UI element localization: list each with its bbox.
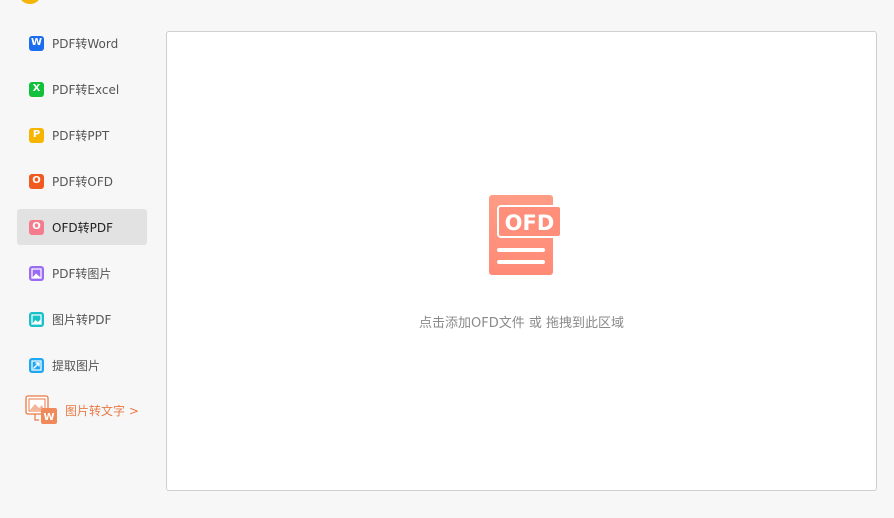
word-icon: W [29,35,44,51]
ofd-icon: O [29,173,44,189]
sidebar-item-extract-image[interactable]: 提取图片 [17,347,147,383]
pdf-to-image-icon [29,265,44,281]
sidebar-item-label: 提取图片 [52,358,101,373]
ppt-icon: P [29,127,44,143]
ofd-file-icon: OFD [489,195,565,279]
pdf-icon: O [29,219,44,235]
drop-hint-text: 点击添加OFD文件 或 拖拽到此区域 [419,316,624,331]
sidebar-item-pdf-to-ofd[interactable]: O PDF转OFD [17,163,147,199]
sidebar-item-label: PDF转图片 [52,266,112,281]
sidebar-item-pdf-to-word[interactable]: W PDF转Word [17,25,147,61]
sidebar-item-label: 图片转PDF [52,312,112,327]
extract-image-icon [29,357,44,373]
sidebar-item-image-to-pdf[interactable]: 图片转PDF [17,301,147,337]
image-to-text-promo[interactable]: W 图片转文字 > [17,393,147,427]
sidebar-item-label: OFD转PDF [52,220,113,235]
svg-text:W: W [43,412,54,423]
image-to-text-link: 图片转文字 > [65,403,139,418]
app-logo [20,0,40,4]
sidebar-item-pdf-to-excel[interactable]: X PDF转Excel [17,71,147,107]
sidebar-item-label: PDF转OFD [52,174,113,189]
sidebar-item-label: PDF转Excel [52,82,120,97]
image-to-text-icon: W [25,395,59,425]
image-to-pdf-icon [29,311,44,327]
sidebar-item-pdf-to-ppt[interactable]: P PDF转PPT [17,117,147,153]
file-drop-zone[interactable]: OFD 点击添加OFD文件 或 拖拽到此区域 [166,31,877,491]
sidebar-item-ofd-to-pdf[interactable]: O OFD转PDF [17,209,147,245]
excel-icon: X [29,81,44,97]
sidebar-item-label: PDF转PPT [52,128,110,143]
sidebar-item-label: PDF转Word [52,36,119,51]
sidebar-item-pdf-to-image[interactable]: PDF转图片 [17,255,147,291]
ofd-badge-text: OFD [505,211,555,235]
sidebar: W PDF转Word X PDF转Excel P PDF转PPT O PDF转O… [17,25,147,427]
